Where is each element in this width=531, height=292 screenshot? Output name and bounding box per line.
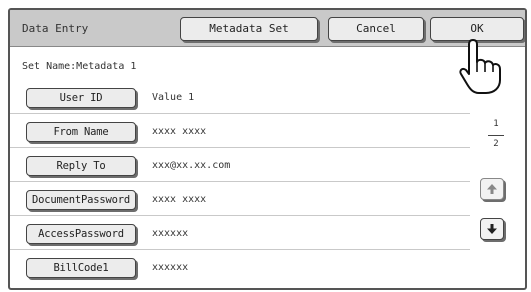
reply-to-button[interactable]: Reply To	[26, 156, 136, 176]
up-arrow-icon	[487, 184, 497, 194]
row-divider	[10, 215, 470, 216]
set-name-label: Set Name:Metadata 1	[22, 61, 137, 72]
window-title: Data Entry	[22, 22, 89, 35]
cancel-button[interactable]: Cancel	[328, 17, 424, 41]
row-divider	[10, 181, 470, 182]
current-page-number: 1	[493, 119, 499, 129]
user-id-value: Value 1	[152, 92, 195, 103]
from-name-value: xxxx xxxx	[152, 126, 207, 137]
reply-to-value: xxx@xx.xx.com	[152, 160, 231, 171]
down-arrow-icon	[487, 224, 497, 234]
bill-code1-button[interactable]: BillCode1	[26, 258, 136, 278]
bill-code1-value: xxxxxx	[152, 262, 189, 273]
data-entry-window: Data Entry Metadata Set Cancel OK Set Na…	[8, 8, 527, 290]
row-divider	[10, 113, 470, 114]
document-password-value: xxxx xxxx	[152, 194, 207, 205]
title-bar: Data Entry Metadata Set Cancel OK	[10, 10, 525, 47]
document-password-button[interactable]: DocumentPassword	[26, 190, 136, 210]
from-name-button[interactable]: From Name	[26, 122, 136, 142]
scroll-down-button[interactable]	[480, 218, 504, 240]
metadata-set-button[interactable]: Metadata Set	[180, 17, 318, 41]
access-password-button[interactable]: AccessPassword	[26, 224, 136, 244]
row-divider	[10, 147, 470, 148]
scroll-up-button[interactable]	[480, 178, 504, 200]
access-password-value: xxxxxx	[152, 228, 189, 239]
total-page-number: 2	[493, 139, 499, 149]
row-divider	[10, 249, 470, 250]
pointing-hand-icon	[459, 39, 501, 94]
page-fraction-line	[488, 135, 504, 136]
user-id-button[interactable]: User ID	[26, 88, 136, 108]
